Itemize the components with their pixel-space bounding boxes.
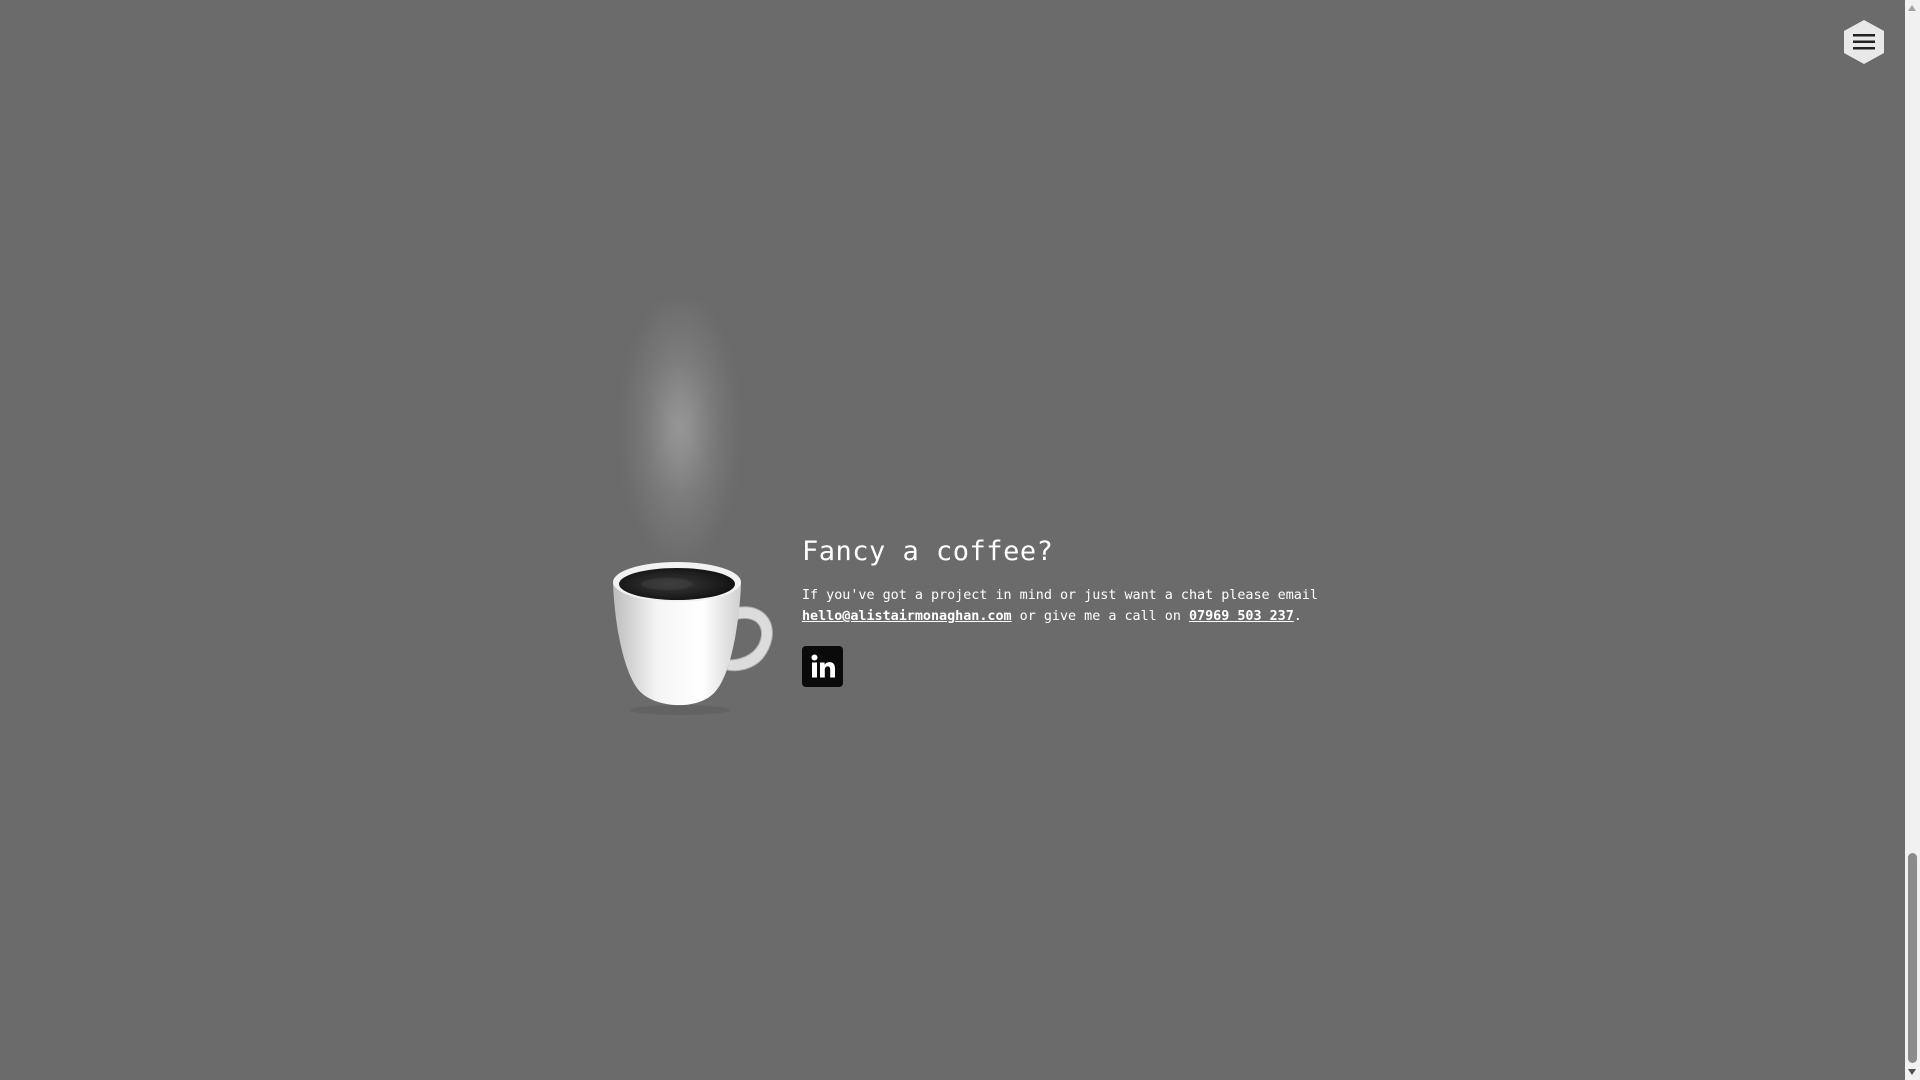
phone-link[interactable]: 07969 503 237 bbox=[1189, 609, 1294, 624]
contact-heading: Fancy a coffee? bbox=[802, 536, 1054, 567]
contact-section: Fancy a coffee? If you've got a project … bbox=[802, 536, 1362, 691]
scroll-up-arrow-icon[interactable] bbox=[1908, 5, 1916, 11]
contact-end-text: . bbox=[1293, 609, 1302, 624]
menu-button[interactable] bbox=[1842, 19, 1886, 65]
contact-middle-text: or give me a call on bbox=[1011, 609, 1189, 624]
hamburger-menu-icon bbox=[1844, 20, 1884, 64]
scroll-down-arrow-icon[interactable] bbox=[1908, 1069, 1916, 1075]
page: Fancy a coffee? If you've got a project … bbox=[0, 0, 1905, 1080]
scrollbar[interactable] bbox=[1905, 0, 1920, 1080]
coffee-cup-icon bbox=[605, 560, 785, 720]
contact-text: If you've got a project in mind or just … bbox=[802, 585, 1362, 627]
scroll-thumb[interactable] bbox=[1908, 853, 1917, 1063]
linkedin-icon bbox=[811, 654, 835, 678]
linkedin-button[interactable] bbox=[802, 646, 843, 687]
email-link[interactable]: hello@alistairmonaghan.com bbox=[802, 609, 1012, 624]
contact-intro-text: If you've got a project in mind or just … bbox=[802, 588, 1318, 603]
